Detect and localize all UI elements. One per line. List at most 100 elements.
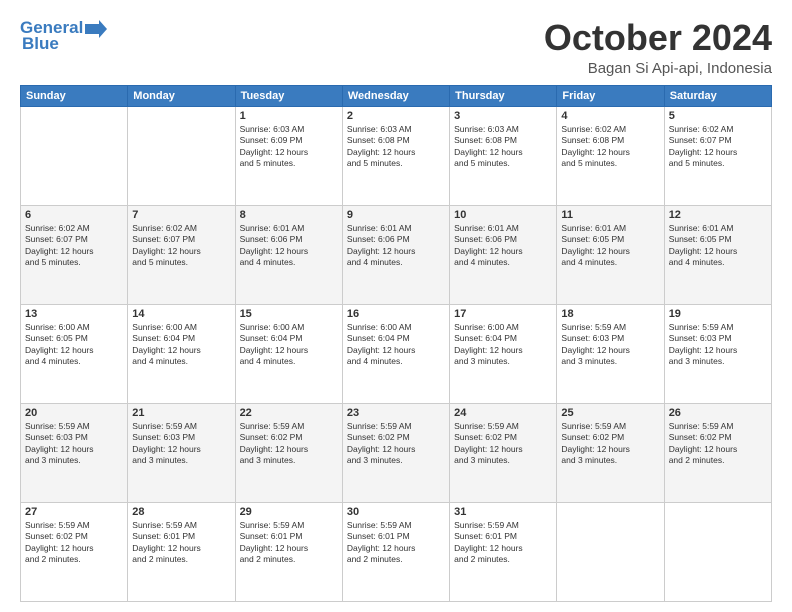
day-number: 20 (25, 407, 123, 419)
month-title: October 2024 (544, 18, 772, 58)
day-info: Sunrise: 6:01 AMSunset: 6:06 PMDaylight:… (240, 223, 338, 269)
calendar-cell: 2 Sunrise: 6:03 AMSunset: 6:08 PMDaylight… (342, 106, 449, 205)
calendar-cell: 19 Sunrise: 5:59 AMSunset: 6:03 PMDayligh… (664, 304, 771, 403)
location: Bagan Si Api-api, Indonesia (544, 60, 772, 77)
day-number: 13 (25, 308, 123, 320)
title-block: October 2024 Bagan Si Api-api, Indonesia (544, 18, 772, 77)
calendar-cell: 12 Sunrise: 6:01 AMSunset: 6:05 PMDayligh… (664, 205, 771, 304)
col-saturday: Saturday (664, 85, 771, 106)
calendar-cell: 22 Sunrise: 5:59 AMSunset: 6:02 PMDayligh… (235, 403, 342, 502)
col-sunday: Sunday (21, 85, 128, 106)
page: General Blue October 2024 Bagan Si Api-a… (0, 0, 792, 612)
day-info: Sunrise: 6:00 AMSunset: 6:05 PMDaylight:… (25, 322, 123, 368)
day-info: Sunrise: 5:59 AMSunset: 6:03 PMDaylight:… (132, 421, 230, 467)
calendar-cell: 24Sunrise: 5:59 AMSunset: 6:02 PMDayligh… (450, 403, 557, 502)
day-info: Sunrise: 6:01 AMSunset: 6:06 PMDaylight:… (347, 223, 445, 269)
day-info: Sunrise: 5:59 AMSunset: 6:02 PMDaylight:… (454, 421, 552, 467)
day-info: Sunrise: 6:02 AMSunset: 6:08 PMDaylight:… (561, 124, 659, 170)
logo-subtext: Blue (22, 34, 59, 54)
calendar-week-4: 20 Sunrise: 5:59 AMSunset: 6:03 PMDayligh… (21, 403, 772, 502)
day-number: 16 (347, 308, 445, 320)
calendar-week-3: 13 Sunrise: 6:00 AMSunset: 6:05 PMDayligh… (21, 304, 772, 403)
day-info: Sunrise: 6:00 AMSunset: 6:04 PMDaylight:… (240, 322, 338, 368)
calendar-cell: 11 Sunrise: 6:01 AMSunset: 6:05 PMDayligh… (557, 205, 664, 304)
day-info: Sunrise: 5:59 AMSunset: 6:02 PMDaylight:… (561, 421, 659, 467)
calendar-header: Sunday Monday Tuesday Wednesday Thursday… (21, 85, 772, 106)
calendar-cell: 27 Sunrise: 5:59 AMSunset: 6:02 PMDayligh… (21, 502, 128, 601)
day-info: Sunrise: 5:59 AMSunset: 6:01 PMDaylight:… (240, 520, 338, 566)
day-number: 12 (669, 209, 767, 221)
day-info: Sunrise: 6:03 AMSunset: 6:08 PMDaylight:… (347, 124, 445, 170)
calendar-cell: 18Sunrise: 5:59 AMSunset: 6:03 PMDayligh… (557, 304, 664, 403)
day-info: Sunrise: 5:59 AMSunset: 6:02 PMDaylight:… (347, 421, 445, 467)
calendar-cell (128, 106, 235, 205)
day-number: 22 (240, 407, 338, 419)
day-info: Sunrise: 5:59 AMSunset: 6:01 PMDaylight:… (454, 520, 552, 566)
day-info: Sunrise: 6:02 AMSunset: 6:07 PMDaylight:… (669, 124, 767, 170)
calendar-week-1: 1 Sunrise: 6:03 AMSunset: 6:09 PMDaylight… (21, 106, 772, 205)
day-number: 18 (561, 308, 659, 320)
calendar-cell: 16 Sunrise: 6:00 AMSunset: 6:04 PMDayligh… (342, 304, 449, 403)
day-info: Sunrise: 5:59 AMSunset: 6:02 PMDaylight:… (240, 421, 338, 467)
day-number: 23 (347, 407, 445, 419)
day-info: Sunrise: 6:03 AMSunset: 6:08 PMDaylight:… (454, 124, 552, 170)
calendar-body: 1 Sunrise: 6:03 AMSunset: 6:09 PMDaylight… (21, 106, 772, 601)
calendar-cell: 15 Sunrise: 6:00 AMSunset: 6:04 PMDayligh… (235, 304, 342, 403)
day-number: 25 (561, 407, 659, 419)
calendar-cell: 17 Sunrise: 6:00 AMSunset: 6:04 PMDayligh… (450, 304, 557, 403)
day-number: 7 (132, 209, 230, 221)
day-number: 11 (561, 209, 659, 221)
day-info: Sunrise: 6:03 AMSunset: 6:09 PMDaylight:… (240, 124, 338, 170)
calendar-cell: 31 Sunrise: 5:59 AMSunset: 6:01 PMDayligh… (450, 502, 557, 601)
day-info: Sunrise: 5:59 AMSunset: 6:03 PMDaylight:… (669, 322, 767, 368)
day-number: 30 (347, 506, 445, 518)
calendar-cell: 28Sunrise: 5:59 AMSunset: 6:01 PMDayligh… (128, 502, 235, 601)
calendar-week-2: 6Sunrise: 6:02 AMSunset: 6:07 PMDaylight… (21, 205, 772, 304)
calendar-cell: 23 Sunrise: 5:59 AMSunset: 6:02 PMDayligh… (342, 403, 449, 502)
day-number: 17 (454, 308, 552, 320)
day-number: 2 (347, 110, 445, 122)
day-info: Sunrise: 6:02 AMSunset: 6:07 PMDaylight:… (25, 223, 123, 269)
day-number: 27 (25, 506, 123, 518)
calendar-cell (21, 106, 128, 205)
calendar-cell (664, 502, 771, 601)
logo: General Blue (20, 18, 107, 54)
col-monday: Monday (128, 85, 235, 106)
day-number: 14 (132, 308, 230, 320)
day-number: 21 (132, 407, 230, 419)
calendar-cell: 5 Sunrise: 6:02 AMSunset: 6:07 PMDaylight… (664, 106, 771, 205)
calendar-cell (557, 502, 664, 601)
calendar-cell: 3Sunrise: 6:03 AMSunset: 6:08 PMDaylight… (450, 106, 557, 205)
calendar-cell: 30Sunrise: 5:59 AMSunset: 6:01 PMDayligh… (342, 502, 449, 601)
calendar-cell: 26Sunrise: 5:59 AMSunset: 6:02 PMDayligh… (664, 403, 771, 502)
day-info: Sunrise: 5:59 AMSunset: 6:03 PMDaylight:… (25, 421, 123, 467)
day-number: 29 (240, 506, 338, 518)
logo-arrow-icon (85, 20, 107, 38)
calendar-cell: 20 Sunrise: 5:59 AMSunset: 6:03 PMDayligh… (21, 403, 128, 502)
day-info: Sunrise: 6:00 AMSunset: 6:04 PMDaylight:… (347, 322, 445, 368)
day-info: Sunrise: 6:01 AMSunset: 6:05 PMDaylight:… (669, 223, 767, 269)
col-thursday: Thursday (450, 85, 557, 106)
day-number: 31 (454, 506, 552, 518)
day-info: Sunrise: 6:00 AMSunset: 6:04 PMDaylight:… (132, 322, 230, 368)
day-number: 19 (669, 308, 767, 320)
calendar-cell: 1 Sunrise: 6:03 AMSunset: 6:09 PMDaylight… (235, 106, 342, 205)
day-number: 4 (561, 110, 659, 122)
col-friday: Friday (557, 85, 664, 106)
day-info: Sunrise: 6:01 AMSunset: 6:05 PMDaylight:… (561, 223, 659, 269)
calendar-cell: 25 Sunrise: 5:59 AMSunset: 6:02 PMDayligh… (557, 403, 664, 502)
day-info: Sunrise: 6:01 AMSunset: 6:06 PMDaylight:… (454, 223, 552, 269)
day-number: 15 (240, 308, 338, 320)
calendar-cell: 9Sunrise: 6:01 AMSunset: 6:06 PMDaylight… (342, 205, 449, 304)
day-info: Sunrise: 5:59 AMSunset: 6:02 PMDaylight:… (25, 520, 123, 566)
day-number: 5 (669, 110, 767, 122)
day-number: 10 (454, 209, 552, 221)
calendar-week-5: 27 Sunrise: 5:59 AMSunset: 6:02 PMDayligh… (21, 502, 772, 601)
day-number: 1 (240, 110, 338, 122)
day-number: 26 (669, 407, 767, 419)
calendar-cell: 13 Sunrise: 6:00 AMSunset: 6:05 PMDayligh… (21, 304, 128, 403)
day-info: Sunrise: 6:00 AMSunset: 6:04 PMDaylight:… (454, 322, 552, 368)
calendar-cell: 14 Sunrise: 6:00 AMSunset: 6:04 PMDayligh… (128, 304, 235, 403)
header-row: Sunday Monday Tuesday Wednesday Thursday… (21, 85, 772, 106)
calendar-cell: 29 Sunrise: 5:59 AMSunset: 6:01 PMDayligh… (235, 502, 342, 601)
